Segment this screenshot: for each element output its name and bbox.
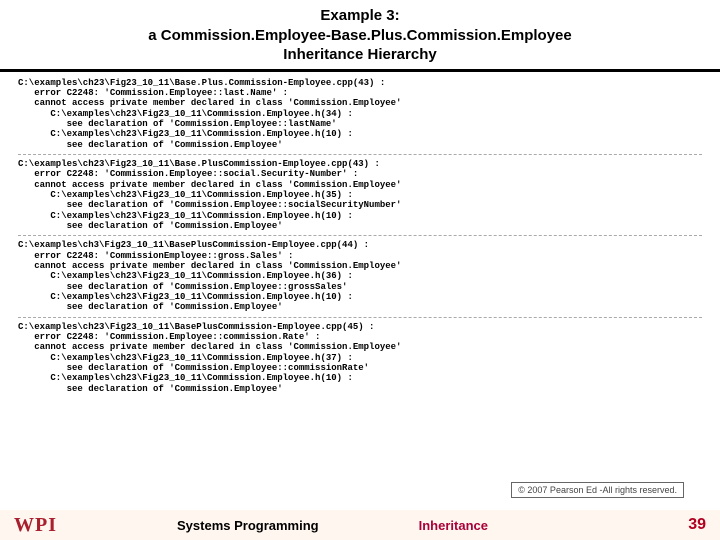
compiler-error-block: C:\examples\ch23\Fig23_10_11\Base.PlusCo… [18, 159, 702, 236]
topic-label: Inheritance [419, 518, 488, 533]
course-label: Systems Programming [177, 518, 319, 533]
wpi-logo: WPI [14, 514, 57, 537]
logo-text: WPI [14, 514, 57, 537]
title-line: Inheritance Hierarchy [283, 46, 436, 63]
page-number: 39 [688, 516, 706, 534]
compiler-error-block: C:\examples\ch23\Fig23_10_11\BasePlusCom… [18, 322, 702, 398]
slide-footer: WPI Systems Programming Inheritance 39 [0, 510, 720, 540]
compiler-error-block: C:\examples\ch23\Fig23_10_11\Base.Plus.C… [18, 78, 702, 155]
error-output: C:\examples\ch23\Fig23_10_11\Base.Plus.C… [0, 72, 720, 403]
title-line: Example 3: [320, 7, 399, 24]
slide-title: Example 3: a Commission.Employee-Base.Pl… [0, 0, 720, 72]
copyright-notice: © 2007 Pearson Ed -All rights reserved. [511, 482, 684, 498]
compiler-error-block: C:\examples\ch3\Fig23_10_11\BasePlusComm… [18, 240, 702, 317]
title-line: a Commission.Employee-Base.Plus.Commissi… [148, 27, 571, 44]
